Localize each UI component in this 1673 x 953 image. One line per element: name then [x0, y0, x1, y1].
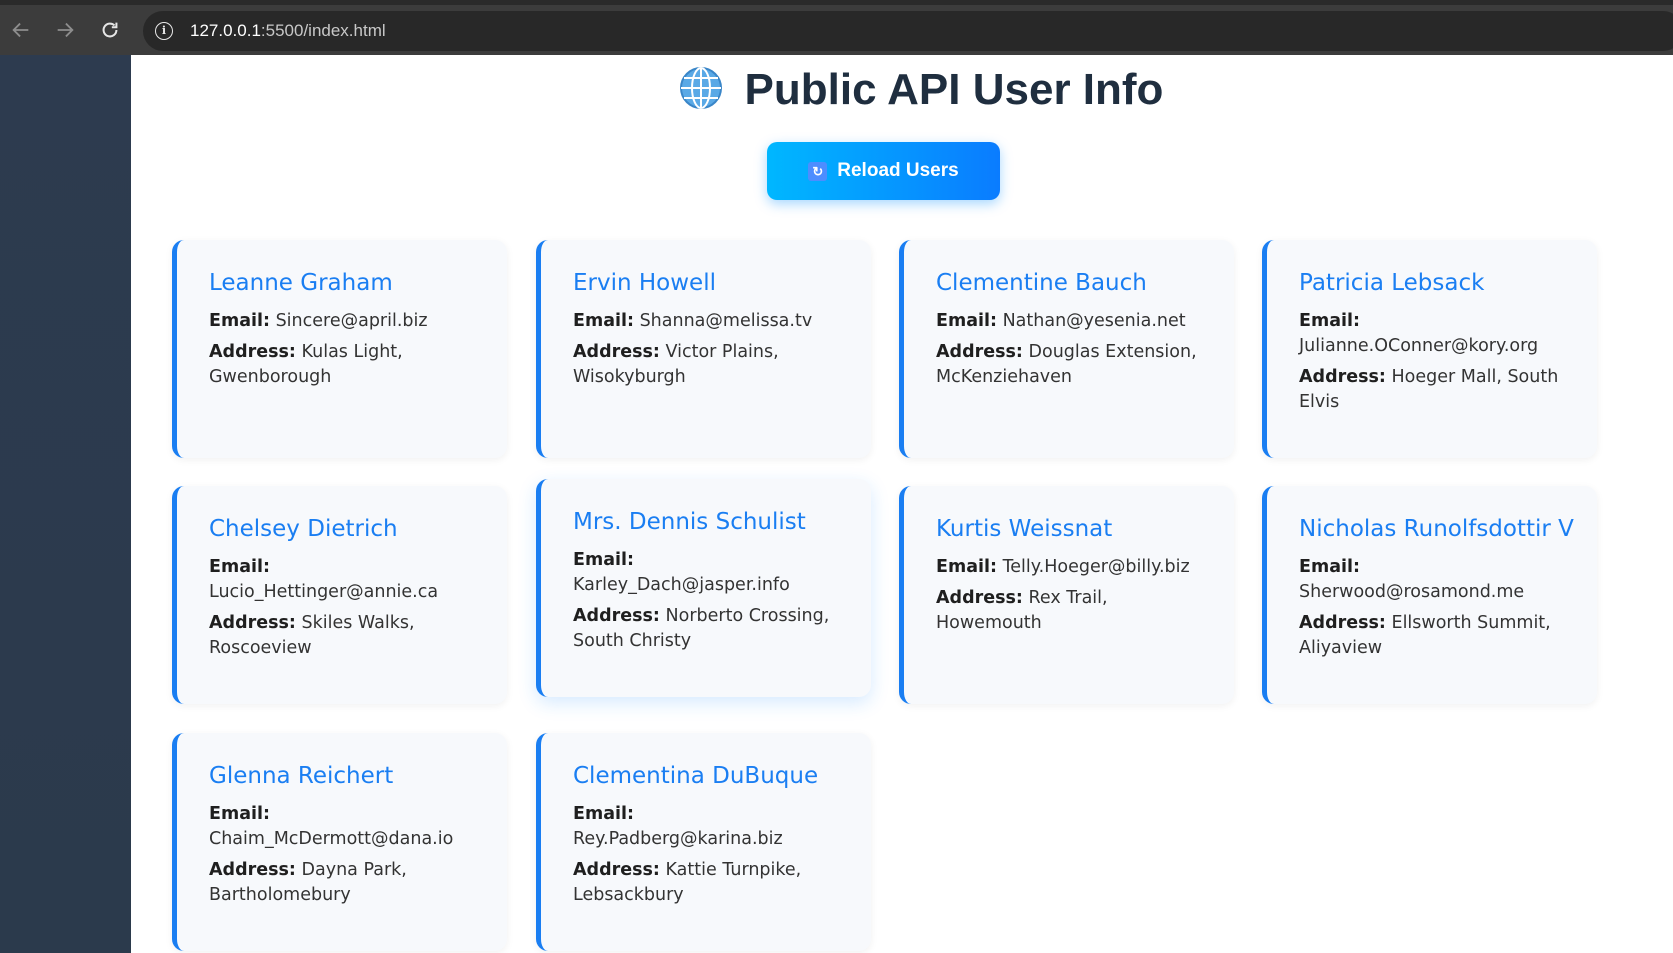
- user-name: Leanne Graham: [209, 270, 393, 296]
- user-address: Address: Victor Plains, Wisokyburgh: [573, 340, 841, 390]
- user-email: Email: Lucio_Hettinger@annie.ca: [209, 555, 477, 605]
- user-address: Address: Douglas Extension, McKenziehave…: [936, 340, 1204, 390]
- email-value: Sincere@april.biz: [275, 311, 428, 331]
- page-title: Public API User Info: [131, 65, 1673, 115]
- user-name: Kurtis Weissnat: [936, 516, 1113, 542]
- email-value: Shanna@melissa.tv: [639, 311, 813, 331]
- user-name: Nicholas Runolfsdottir V: [1299, 516, 1574, 542]
- user-name: Clementine Bauch: [936, 270, 1147, 296]
- address-label: Address:: [573, 606, 660, 626]
- user-address: Address: Hoeger Mall, South Elvis: [1299, 365, 1567, 415]
- sidebar: [0, 55, 131, 953]
- address-label: Address:: [209, 613, 296, 633]
- address-label: Address:: [1299, 367, 1386, 387]
- back-arrow-icon[interactable]: [8, 17, 34, 43]
- email-label: Email:: [209, 311, 270, 331]
- address-label: Address:: [1299, 613, 1386, 633]
- user-email: Email: Rey.Padberg@karina.biz: [573, 802, 841, 852]
- browser-toolbar: i 127.0.0.1:5500/index.html: [0, 0, 1673, 55]
- user-address: Address: Norberto Crossing, South Christ…: [573, 604, 841, 654]
- email-value: Lucio_Hettinger@annie.ca: [209, 582, 439, 602]
- email-value: Julianne.OConner@kory.org: [1299, 336, 1539, 356]
- email-value: Rey.Padberg@karina.biz: [573, 829, 783, 849]
- user-name: Clementina DuBuque: [573, 763, 819, 789]
- user-address: Address: Kattie Turnpike, Lebsackbury: [573, 858, 841, 908]
- email-label: Email:: [1299, 311, 1360, 331]
- forward-arrow-icon[interactable]: [52, 17, 78, 43]
- user-card: Patricia Lebsack Email: Julianne.OConner@…: [1262, 240, 1597, 458]
- reload-users-label: Reload Users: [837, 160, 959, 181]
- user-address: Address: Kulas Light, Gwenborough: [209, 340, 477, 390]
- email-value: Sherwood@rosamond.me: [1299, 582, 1525, 602]
- user-email: Email: Sincere@april.biz: [209, 309, 477, 334]
- email-value: Chaim_McDermott@dana.io: [209, 829, 454, 849]
- globe-icon: [679, 67, 722, 109]
- address-label: Address:: [573, 860, 660, 880]
- email-label: Email:: [573, 804, 634, 824]
- url-host: 127.0.0.1: [190, 21, 261, 40]
- address-label: Address:: [936, 342, 1023, 362]
- reload-page-icon[interactable]: [97, 17, 123, 43]
- email-label: Email:: [209, 804, 270, 824]
- email-label: Email:: [573, 311, 634, 331]
- user-name: Glenna Reichert: [209, 763, 394, 789]
- user-name: Ervin Howell: [573, 270, 716, 296]
- user-name: Mrs. Dennis Schulist: [573, 509, 806, 535]
- address-label: Address:: [573, 342, 660, 362]
- user-card: Glenna Reichert Email: Chaim_McDermott@da…: [172, 733, 507, 951]
- address-label: Address:: [209, 342, 296, 362]
- user-email: Email: Karley_Dach@jasper.info: [573, 548, 841, 598]
- email-value: Telly.Hoeger@billy.biz: [1002, 557, 1190, 577]
- user-card: Nicholas Runolfsdottir V Email: Sherwood@…: [1262, 486, 1597, 704]
- user-address: Address: Skiles Walks, Roscoeview: [209, 611, 477, 661]
- user-name: Patricia Lebsack: [1299, 270, 1485, 296]
- user-address: Address: Dayna Park, Bartholomebury: [209, 858, 477, 908]
- user-name: Chelsey Dietrich: [209, 516, 398, 542]
- user-email: Email: Chaim_McDermott@dana.io: [209, 802, 477, 852]
- user-card: Ervin Howell Email: Shanna@melissa.tv Addr…: [536, 240, 871, 458]
- address-label: Address:: [209, 860, 296, 880]
- user-card: Mrs. Dennis Schulist Email: Karley_Dach@j…: [536, 479, 871, 697]
- email-value: Nathan@yesenia.net: [1002, 311, 1186, 331]
- user-email: Email: Nathan@yesenia.net: [936, 309, 1204, 334]
- reload-users-button[interactable]: ↻ Reload Users: [767, 142, 1000, 200]
- user-card: Clementine Bauch Email: Nathan@yesenia.ne…: [899, 240, 1234, 458]
- site-info-icon[interactable]: i: [155, 22, 173, 40]
- user-address: Address: Rex Trail, Howemouth: [936, 586, 1204, 636]
- address-bar[interactable]: i 127.0.0.1:5500/index.html: [143, 11, 1673, 51]
- email-label: Email:: [573, 550, 634, 570]
- url-text[interactable]: 127.0.0.1:5500/index.html: [190, 21, 386, 41]
- user-card: Clementina DuBuque Email: Rey.Padberg@kar…: [536, 733, 871, 951]
- email-label: Email:: [1299, 557, 1360, 577]
- user-email: Email: Shanna@melissa.tv: [573, 309, 841, 334]
- user-card: Chelsey Dietrich Email: Lucio_Hettinger@a…: [172, 486, 507, 704]
- user-email: Email: Telly.Hoeger@billy.biz: [936, 555, 1204, 580]
- email-label: Email:: [936, 557, 997, 577]
- page-title-text: Public API User Info: [744, 65, 1164, 114]
- user-address: Address: Ellsworth Summit, Aliyaview: [1299, 611, 1567, 661]
- user-card: Kurtis Weissnat Email: Telly.Hoeger@billy…: [899, 486, 1234, 704]
- user-email: Email: Julianne.OConner@kory.org: [1299, 309, 1567, 359]
- user-email: Email: Sherwood@rosamond.me: [1299, 555, 1567, 605]
- main-content: Public API User Info ↻ Reload Users Lean…: [131, 55, 1673, 953]
- url-path: :5500/index.html: [260, 21, 386, 40]
- address-label: Address:: [936, 588, 1023, 608]
- email-label: Email:: [936, 311, 997, 331]
- email-value: Karley_Dach@jasper.info: [573, 575, 790, 595]
- user-card: Leanne Graham Email: Sincere@april.biz Add…: [172, 240, 507, 458]
- email-label: Email:: [209, 557, 270, 577]
- refresh-icon: ↻: [808, 161, 828, 181]
